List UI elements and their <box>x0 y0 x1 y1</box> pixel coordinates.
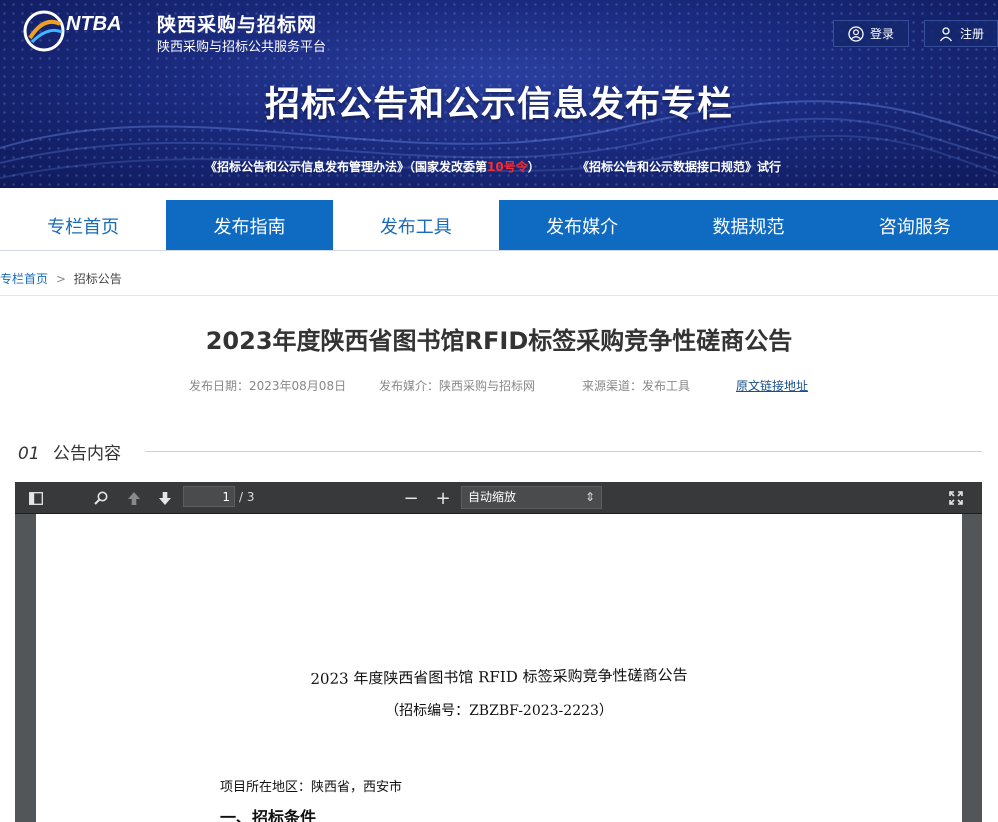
page-total: / 3 <box>239 490 255 504</box>
select-arrows-icon: ⇕ <box>584 490 595 504</box>
notice-spec-link[interactable]: 《招标公告和公示数据接口规范》试行 <box>577 158 781 175</box>
search-icon[interactable] <box>91 488 111 508</box>
main-nav: 专栏首页 发布指南 发布工具 发布媒介 数据规范 咨询服务 <box>0 200 998 251</box>
breadcrumb-home-link[interactable]: 专栏首页 <box>0 272 48 286</box>
user-icon <box>939 26 953 41</box>
section-number: 01 <box>18 444 40 464</box>
nav-divider <box>0 250 998 251</box>
original-link[interactable]: 原文链接地址 <box>736 377 808 394</box>
document-area: 项目所在地区：陕西省，西安市 <box>220 780 403 795</box>
section-heading: 01 公告内容 <box>18 439 121 464</box>
nav-item-guide[interactable]: 发布指南 <box>166 200 333 251</box>
document-heading: 一、招标条件 <box>220 808 317 822</box>
publish-date: 发布日期：2023年08月08日 <box>189 379 347 393</box>
notice-regulation-link[interactable]: 《招标公告和公示信息发布管理办法》（国家发改委第10号令） <box>205 158 540 175</box>
section-title: 公告内容 <box>53 444 122 464</box>
next-page-icon[interactable] <box>155 488 175 508</box>
page-number-input[interactable]: 1 <box>183 486 235 507</box>
hero-title: 招标公告和公示信息发布专栏 <box>264 85 733 125</box>
previous-page-icon[interactable] <box>124 488 144 508</box>
fullscreen-icon[interactable] <box>946 488 966 508</box>
zoom-select[interactable]: 自动缩放 ⇕ <box>461 486 602 509</box>
article-title: 2023年度陕西省图书馆RFID标签采购竞争性磋商公告 <box>205 327 793 355</box>
site-name: 陕西采购与招标网 <box>157 14 318 36</box>
login-button[interactable]: 登录 <box>833 20 909 47</box>
source-channel: 来源渠道：发布工具 <box>582 379 691 393</box>
document-code: （招标编号：ZBZBF-2023-2223） <box>385 703 613 719</box>
document-title: 2023 年度陕西省图书馆 RFID 标签采购竞争性磋商公告 <box>310 666 688 688</box>
breadcrumb-current: 招标公告 <box>73 272 122 286</box>
svg-text:NTBA: NTBA <box>66 13 122 35</box>
site-subtitle: 陕西采购与招标公共服务平台 <box>157 40 327 55</box>
pdf-viewer: 1 / 3 − + 自动缩放 ⇕ 2023 年度陕西省图书馆 RFID 标签采购… <box>15 482 982 822</box>
pdf-toolbar: 1 / 3 − + 自动缩放 ⇕ <box>15 482 982 514</box>
register-label: 注册 <box>959 27 984 41</box>
breadcrumb-separator: > <box>55 272 66 286</box>
nav-item-media[interactable]: 发布媒介 <box>498 200 666 251</box>
login-label: 登录 <box>869 27 894 41</box>
site-logo[interactable]: NTBA <box>22 8 150 54</box>
zoom-in-icon[interactable]: + <box>433 488 453 509</box>
nav-item-tools[interactable]: 发布工具 <box>332 200 499 251</box>
nav-item-home[interactable]: 专栏首页 <box>0 200 167 251</box>
pdf-page: 2023 年度陕西省图书馆 RFID 标签采购竞争性磋商公告 （招标编号：ZBZ… <box>36 514 962 822</box>
publish-media: 发布媒介：陕西采购与招标网 <box>379 379 536 393</box>
nav-item-consult[interactable]: 咨询服务 <box>831 200 998 251</box>
breadcrumb-divider <box>0 295 998 296</box>
user-circle-icon <box>848 25 864 42</box>
sidebar-toggle-icon[interactable] <box>26 488 46 508</box>
site-header: NTBA 陕西采购与招标网 陕西采购与招标公共服务平台 登录 注册 招标公告和公… <box>0 0 998 188</box>
zoom-select-value: 自动缩放 <box>468 490 517 504</box>
zoom-out-icon[interactable]: − <box>401 488 421 509</box>
nav-item-spec[interactable]: 数据规范 <box>665 200 832 251</box>
section-divider <box>145 451 982 452</box>
register-button[interactable]: 注册 <box>924 20 998 47</box>
breadcrumb: 专栏首页 > 招标公告 <box>0 270 122 287</box>
